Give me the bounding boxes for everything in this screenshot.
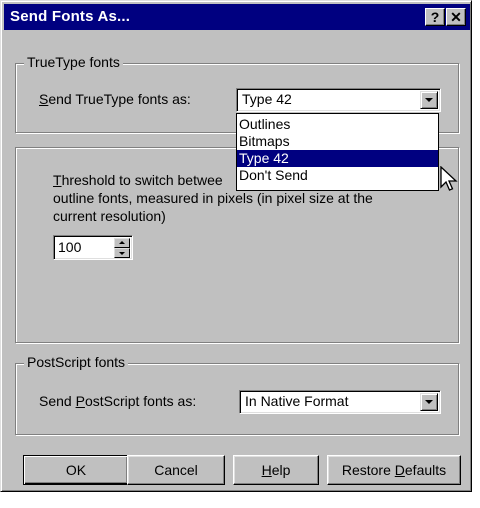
close-button[interactable]: ✕ [446, 8, 466, 26]
postscript-send-select[interactable]: In Native Format [239, 390, 441, 414]
truetype-send-select[interactable]: Type 42 [236, 88, 441, 112]
restore-defaults-button[interactable]: Restore Defaults [327, 455, 461, 485]
send-postscript-hotkey: P [75, 393, 85, 409]
spin-up-button[interactable] [114, 238, 130, 248]
threshold-value: 100 [58, 239, 82, 255]
send-fonts-as-dialog: Send Fonts As... ? ✕ TrueType fonts Send… [0, 0, 472, 492]
help-title-button[interactable]: ? [425, 8, 445, 26]
send-truetype-hotkey: S [39, 91, 49, 107]
spin-down-icon [119, 252, 125, 255]
spin-up-icon [119, 241, 125, 244]
restore-hotkey: D [394, 462, 405, 478]
option-type-42[interactable]: Type 42 [237, 150, 438, 167]
chevron-down-icon [425, 400, 433, 404]
send-truetype-label-text: end TrueType fonts as: [48, 91, 191, 107]
ok-button[interactable]: OK [23, 455, 129, 485]
truetype-selected-value: Type 42 [242, 91, 292, 107]
close-icon: ✕ [450, 9, 462, 25]
threshold-spinner[interactable]: 100 [53, 235, 133, 260]
postscript-selected-value: In Native Format [245, 393, 349, 409]
send-postscript-label-text: ostScript fonts as: [84, 393, 197, 409]
restore-prefix: Restore [341, 462, 395, 478]
threshold-label-line2: outline fonts, measured in pixels (in pi… [53, 190, 373, 206]
truetype-dropdown-button[interactable] [420, 91, 438, 109]
threshold-label-line1: Threshold to switch betwee [53, 172, 223, 188]
window-title: Send Fonts As... [10, 8, 131, 25]
threshold-label-line3: current resolution) [53, 208, 166, 224]
send-truetype-label: Send TrueType fonts as: [39, 91, 191, 107]
postscript-group-label: PostScript fonts [24, 354, 129, 370]
send-postscript-label: Send PostScript fonts as: [39, 393, 196, 409]
cancel-button-label: Cancel [154, 462, 198, 478]
postscript-dropdown-button[interactable] [420, 393, 438, 411]
truetype-options-list[interactable]: Outlines Bitmaps Type 42 Don't Send [236, 113, 439, 191]
help-hotkey: H [261, 462, 272, 478]
arrow-cursor-icon [440, 166, 458, 191]
title-bar[interactable]: Send Fonts As... ? ✕ [4, 4, 470, 30]
option-bitmaps[interactable]: Bitmaps [237, 133, 438, 150]
chevron-down-icon [425, 98, 433, 102]
send-postscript-prefix: Send [39, 393, 76, 409]
threshold-hotkey: T [53, 172, 62, 188]
spin-down-button[interactable] [114, 248, 130, 258]
ok-button-label: OK [65, 462, 87, 478]
question-icon: ? [430, 9, 440, 25]
option-dont-send[interactable]: Don't Send [237, 167, 438, 184]
restore-label: efaults [404, 462, 447, 478]
help-button[interactable]: Help [233, 455, 319, 485]
threshold-label-line1-text: hreshold to switch betwee [61, 172, 223, 188]
option-outlines[interactable]: Outlines [237, 116, 438, 133]
help-button-label: elp [271, 462, 291, 478]
cancel-button[interactable]: Cancel [127, 455, 225, 485]
truetype-group-label: TrueType fonts [24, 54, 123, 70]
